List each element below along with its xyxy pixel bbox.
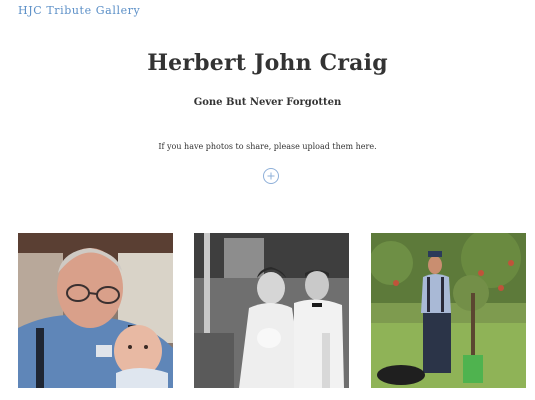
gallery-photo-wedding[interactable] bbox=[194, 233, 349, 388]
upload-button[interactable] bbox=[263, 168, 279, 184]
upload-instructions: If you have photos to share, please uplo… bbox=[158, 142, 377, 151]
page-subtitle: Gone But Never Forgotten bbox=[193, 97, 342, 108]
page-title: Herbert John Craig bbox=[147, 50, 388, 76]
gallery-photo-orchard[interactable] bbox=[371, 233, 526, 388]
gallery-photo-grandfather-baby[interactable] bbox=[18, 233, 173, 388]
plus-icon bbox=[267, 172, 275, 180]
site-title-link[interactable]: HJC Tribute Gallery bbox=[18, 4, 140, 17]
